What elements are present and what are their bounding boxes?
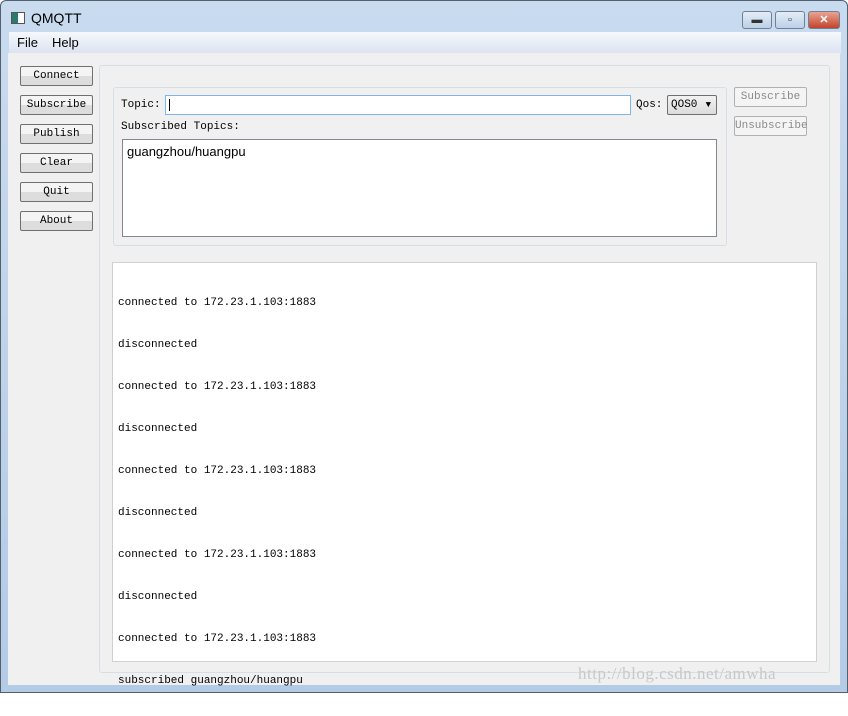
client-area: Connect Subscribe Publish Clear Quit Abo… — [8, 53, 840, 687]
about-button[interactable]: About — [20, 211, 93, 231]
text-cursor — [169, 99, 170, 111]
log-line: connected to 172.23.1.103:1883 — [118, 297, 317, 309]
menu-help[interactable]: Help — [52, 35, 79, 50]
qos-value: QOS0 — [671, 99, 698, 111]
log-line: disconnected — [118, 591, 198, 603]
log-line: disconnected — [118, 339, 198, 351]
qos-select[interactable]: QOS0 ▼ — [667, 95, 717, 115]
log-line: connected to 172.23.1.103:1883 — [118, 549, 317, 561]
publish-button[interactable]: Publish — [20, 124, 93, 144]
minimize-button[interactable]: ▬ — [742, 11, 772, 29]
menu-bar: File Help — [9, 32, 841, 54]
list-item[interactable]: guangzhou/huangpu — [127, 144, 246, 159]
topic-label: Topic: — [121, 99, 161, 111]
menu-file[interactable]: File — [17, 35, 38, 50]
log-line: disconnected — [118, 423, 198, 435]
close-button[interactable]: ✕ — [808, 11, 840, 29]
subscribed-topics-list[interactable]: guangzhou/huangpu — [122, 139, 717, 237]
subscribe-nav-button[interactable]: Subscribe — [20, 95, 93, 115]
subscribed-topics-label: Subscribed Topics: — [121, 121, 240, 133]
log-line: disconnected — [118, 507, 198, 519]
maximize-button[interactable]: ▫ — [775, 11, 805, 29]
app-icon — [11, 12, 25, 24]
subscribe-button[interactable]: Subscribe — [734, 87, 807, 107]
quit-button[interactable]: Quit — [20, 182, 93, 202]
clear-button[interactable]: Clear — [20, 153, 93, 173]
log-output[interactable]: connected to 172.23.1.103:1883 disconnec… — [112, 262, 817, 687]
qos-label: Qos: — [636, 99, 663, 111]
watermark: http://blog.csdn.net/amwha — [578, 664, 777, 683]
topic-input[interactable] — [165, 95, 631, 115]
connect-button[interactable]: Connect — [20, 66, 93, 86]
chevron-down-icon: ▼ — [705, 100, 711, 110]
log-line: connected to 172.23.1.103:1883 — [118, 633, 317, 645]
window-title: QMQTT — [31, 10, 82, 26]
log-line: connected to 172.23.1.103:1883 — [118, 381, 317, 393]
unsubscribe-button[interactable]: Unsubscribe — [734, 116, 808, 136]
log-line: connected to 172.23.1.103:1883 — [118, 465, 317, 477]
